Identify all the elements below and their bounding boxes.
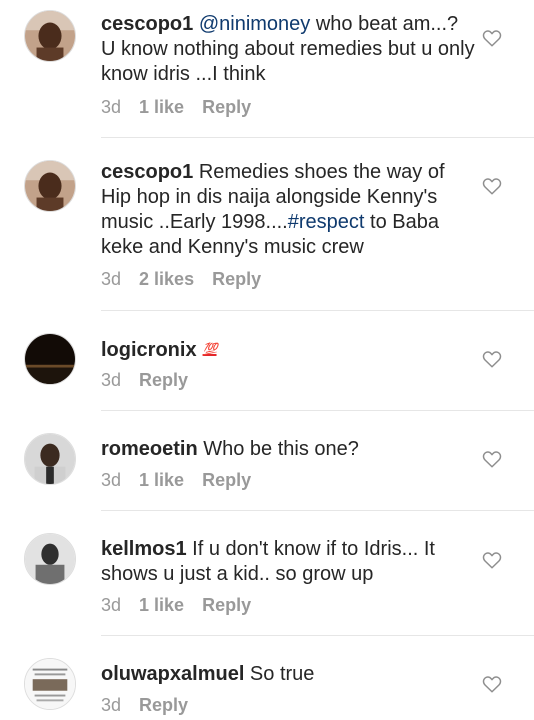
comment-time: 3d xyxy=(101,595,122,615)
reply-button[interactable]: Reply xyxy=(139,370,188,390)
avatar-image xyxy=(25,434,75,484)
avatar-image xyxy=(25,659,75,709)
heart-outline-icon xyxy=(482,30,502,47)
comment-text: cescopo1 @ninimoney who beat am...? U kn… xyxy=(101,12,477,87)
like-button[interactable] xyxy=(482,551,502,569)
comment-username[interactable]: oluwapxalmuel xyxy=(101,663,244,685)
comment-meta: 3d 2 likes Reply xyxy=(101,268,279,290)
divider xyxy=(101,410,534,411)
comment-meta: 3d Reply xyxy=(101,369,206,391)
avatar[interactable] xyxy=(24,333,76,385)
avatar[interactable] xyxy=(24,433,76,485)
divider xyxy=(101,310,534,311)
avatar[interactable] xyxy=(24,658,76,710)
comment-text: romeoetin Who be this one? xyxy=(101,437,477,462)
avatar-image xyxy=(25,534,75,584)
comment-meta: 3d 1 like Reply xyxy=(101,469,269,491)
heart-outline-icon xyxy=(482,351,502,368)
like-button[interactable] xyxy=(482,177,502,195)
comment-username[interactable]: kellmos1 xyxy=(101,538,187,560)
avatar[interactable] xyxy=(24,533,76,585)
comment-username[interactable]: romeoetin xyxy=(101,438,198,460)
avatar[interactable] xyxy=(24,160,76,212)
hashtag-link[interactable]: #respect xyxy=(288,211,365,233)
likes-count[interactable]: 1 like xyxy=(139,470,184,490)
comment-meta: 3d Reply xyxy=(101,694,206,716)
likes-count[interactable]: 2 likes xyxy=(139,269,194,289)
comment-time: 3d xyxy=(101,695,122,715)
like-button[interactable] xyxy=(482,675,502,693)
divider xyxy=(101,510,534,511)
reply-button[interactable]: Reply xyxy=(202,595,251,615)
heart-outline-icon xyxy=(482,451,502,468)
reply-button[interactable]: Reply xyxy=(202,97,251,117)
avatar[interactable] xyxy=(24,10,76,62)
comment-body: So true xyxy=(244,663,315,685)
reply-button[interactable]: Reply xyxy=(202,470,251,490)
heart-outline-icon xyxy=(482,178,502,195)
like-button[interactable] xyxy=(482,350,502,368)
like-button[interactable] xyxy=(482,29,502,47)
comment-time: 3d xyxy=(101,269,122,289)
avatar-image xyxy=(25,11,75,61)
avatar-image xyxy=(25,334,75,384)
heart-outline-icon xyxy=(482,552,502,569)
comment-text: kellmos1 If u don't know if to Idris... … xyxy=(101,537,477,587)
hundred-points-emoji: 💯 xyxy=(202,342,218,356)
comment-meta: 3d 1 like Reply xyxy=(101,594,269,616)
reply-button[interactable]: Reply xyxy=(139,695,188,715)
mention-link[interactable]: @ninimoney xyxy=(199,13,310,35)
comment-time: 3d xyxy=(101,97,122,117)
comment-text: oluwapxalmuel So true xyxy=(101,662,477,687)
avatar-image xyxy=(25,161,75,211)
divider xyxy=(101,137,534,138)
comment-time: 3d xyxy=(101,470,122,490)
comment-username[interactable]: cescopo1 xyxy=(101,161,193,183)
reply-button[interactable]: Reply xyxy=(212,269,261,289)
likes-count[interactable]: 1 like xyxy=(139,595,184,615)
comment-meta: 3d 1 like Reply xyxy=(101,96,269,118)
comment-username[interactable]: logicronix xyxy=(101,339,197,361)
comment-body: Who be this one? xyxy=(197,438,359,460)
comment-time: 3d xyxy=(101,370,122,390)
divider xyxy=(101,635,534,636)
comment-username[interactable]: cescopo1 xyxy=(101,13,193,35)
comment-text: logicronix 💯 xyxy=(101,338,477,363)
likes-count[interactable]: 1 like xyxy=(139,97,184,117)
heart-outline-icon xyxy=(482,676,502,693)
like-button[interactable] xyxy=(482,450,502,468)
comment-text: cescopo1 Remedies shoes the way of Hip h… xyxy=(101,160,477,260)
